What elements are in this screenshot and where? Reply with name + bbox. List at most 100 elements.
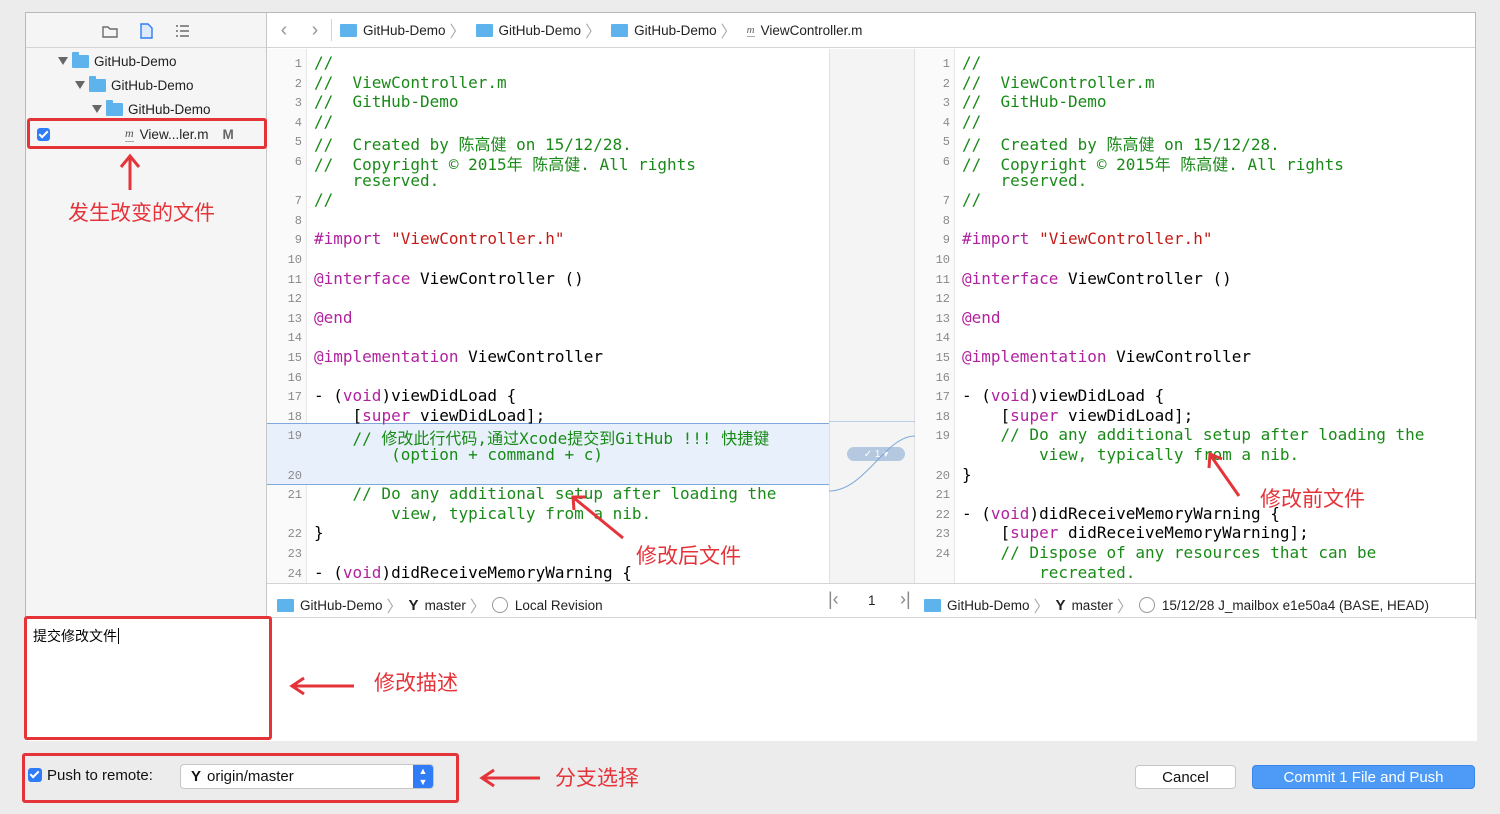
code-line: 22- (void)didReceiveMemoryWarning {	[915, 504, 1476, 524]
code-line: 18 [super viewDidLoad];	[267, 406, 829, 426]
code-line: 16	[915, 367, 1476, 387]
chevron-right-icon: 〉	[585, 24, 602, 41]
line-number: 24	[287, 566, 302, 581]
back-arrow-icon[interactable]: ‹	[267, 19, 301, 42]
code-text: @end	[314, 307, 353, 327]
folder-icon[interactable]	[101, 22, 119, 40]
disclosure-triangle-icon[interactable]	[92, 105, 102, 113]
code-line: 10	[267, 249, 829, 269]
code-line: 24 - (void)didReceiveMemoryWarning {	[267, 563, 829, 583]
jump-bar: ‹ › GitHub-Demo 〉 GitHub-Demo 〉 GitHub-Dem…	[267, 13, 1475, 48]
code-text: // Do any additional setup after loading…	[314, 484, 777, 504]
line-number: 15	[935, 351, 950, 365]
code-line: 9 #import "ViewController.h"	[915, 229, 1476, 249]
code-line: 5// Created by 陈高健 on 15/12/28.	[267, 131, 829, 154]
previous-change-icon[interactable]: |‹	[828, 589, 839, 610]
line-number: 14	[935, 331, 950, 346]
branch-icon: Y	[408, 596, 419, 614]
file-navigator: GitHub-Demo GitHub-Demo GitHub-Demo m Vi…	[26, 13, 267, 619]
code-text: #import "ViewController.h"	[314, 229, 565, 249]
code-line: 1 //	[267, 53, 829, 73]
code-line: 12	[267, 288, 829, 308]
breadcrumb[interactable]: GitHub-Demo 〉	[340, 18, 472, 42]
chevron-right-icon: 〉	[1116, 599, 1133, 616]
branch-label: master	[424, 597, 466, 613]
code-text: @implementation ViewController	[962, 347, 1251, 366]
breadcrumb[interactable]: GitHub-Demo 〉	[475, 18, 608, 42]
line-number: 5	[942, 135, 950, 150]
tree-item-group[interactable]: GitHub-Demo	[75, 74, 194, 96]
chevron-right-icon: 〉	[1033, 599, 1050, 616]
code-line: 18 [super viewDidLoad];	[915, 406, 1476, 426]
tree-item-label: GitHub-Demo	[94, 53, 177, 69]
commit-and-push-button[interactable]: Commit 1 File and Push	[1252, 765, 1475, 789]
revision-label: 15/12/28 J_mailbox e1e50a4 (BASE, HEAD)	[1161, 597, 1429, 613]
base-revision-info[interactable]: GitHub-Demo 〉 Y master 〉 15/12/28 J_mail…	[924, 593, 1429, 617]
cancel-button[interactable]: Cancel	[1135, 765, 1236, 789]
line-number: 10	[287, 253, 302, 267]
annotation-after-file: 修改后文件	[636, 545, 741, 568]
code-text: }	[962, 464, 972, 484]
line-number: 12	[287, 292, 302, 307]
list-icon[interactable]	[173, 22, 191, 40]
code-text: @implementation ViewController	[314, 347, 603, 366]
line-number: 13	[935, 311, 950, 326]
line-number: 9	[942, 233, 950, 248]
project-label: GitHub-Demo	[947, 597, 1030, 613]
line-number: 8	[942, 213, 950, 228]
code-line: 8	[915, 210, 1476, 230]
folder-icon	[89, 75, 106, 92]
annotation-arrow	[119, 153, 141, 190]
disclosure-triangle-icon[interactable]	[75, 81, 85, 89]
code-text: recreated.	[962, 562, 1136, 582]
folder-icon	[924, 598, 941, 612]
local-revision-info[interactable]: GitHub-Demo 〉 Y master 〉 Local Revision	[277, 593, 603, 617]
branch-icon: Y	[1055, 596, 1066, 614]
changed-file-highlight	[27, 118, 267, 149]
tree-item-project[interactable]: GitHub-Demo	[58, 50, 177, 72]
forward-arrow-icon[interactable]: ›	[301, 19, 329, 42]
code-text: //	[962, 111, 982, 131]
chevron-right-icon: 〉	[449, 24, 466, 41]
annotation-arrow	[289, 676, 354, 696]
line-number: 11	[935, 272, 950, 287]
code-line: 23 [super didReceiveMemoryWarning];	[915, 523, 1476, 543]
breadcrumb[interactable]: GitHub-Demo 〉	[611, 18, 743, 42]
change-index: 1	[868, 593, 876, 608]
folder-icon	[340, 23, 357, 37]
line-number: 16	[935, 370, 950, 385]
code-line: 6// Copyright © 2015年 陈高健. All rights	[267, 151, 829, 174]
clock-icon	[1138, 597, 1155, 613]
code-text: // ViewController.m	[314, 72, 507, 92]
local-revision-editor[interactable]: 1 // 2 // ViewController.m 3 // GitHub-Demo 4 /…	[267, 49, 829, 583]
code-text: // ViewController.m	[962, 72, 1155, 92]
line-number: 24	[935, 547, 950, 561]
code-line: 3 // GitHub-Demo	[267, 92, 829, 112]
revision-label: Local Revision	[514, 597, 603, 613]
base-revision-editor[interactable]: 1 // 2 // ViewController.m 3 // GitHub-Demo 4 /…	[915, 49, 1476, 583]
code-line: 13 @end	[267, 308, 829, 328]
line-number: 6	[294, 155, 302, 169]
tree-item-subgroup[interactable]: GitHub-Demo	[92, 98, 211, 120]
line-number: 4	[942, 115, 950, 130]
code-line: 17 - (void)viewDidLoad {	[915, 386, 1476, 406]
line-number: 14	[287, 331, 302, 346]
code-line: 2 // ViewController.m	[915, 73, 1476, 93]
line-number: 15	[287, 351, 302, 365]
disclosure-triangle-icon[interactable]	[58, 57, 68, 65]
chevron-right-icon: 〉	[720, 24, 737, 41]
code-text: [super viewDidLoad];	[314, 405, 546, 425]
code-line: 16	[267, 367, 829, 387]
code-line: 15 @implementation ViewController	[267, 347, 829, 367]
breadcrumb[interactable]: m ViewController.m	[746, 23, 862, 38]
line-number: 22	[287, 527, 302, 542]
file-icon[interactable]	[137, 22, 155, 40]
line-number: 19	[287, 429, 302, 444]
message-highlight	[24, 616, 272, 740]
next-change-icon[interactable]: ›|	[900, 589, 911, 610]
code-line: 7 //	[267, 190, 829, 210]
line-number: 2	[294, 76, 302, 91]
line-number: 9	[294, 233, 302, 248]
code-text: - (void)didReceiveMemoryWarning {	[962, 503, 1280, 523]
line-number: 17	[287, 390, 302, 405]
